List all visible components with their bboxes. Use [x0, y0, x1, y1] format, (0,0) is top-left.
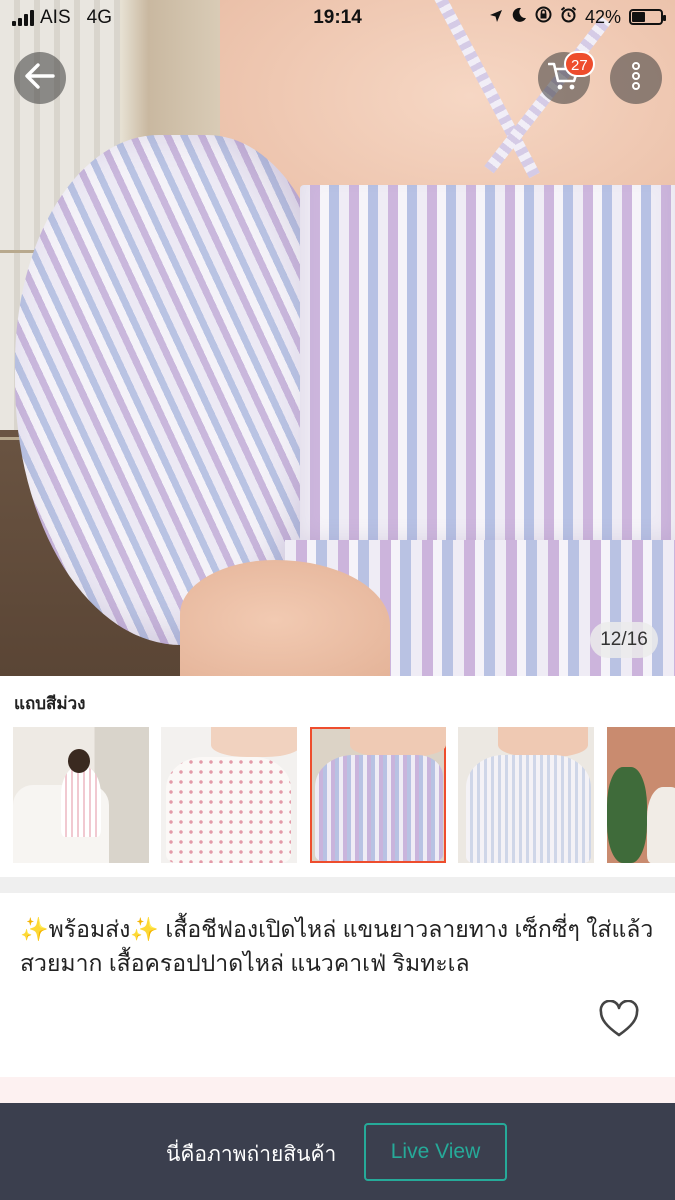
live-view-button[interactable]: Live View [364, 1123, 507, 1181]
variation-thumbnail-2[interactable] [161, 727, 297, 863]
battery-icon [629, 9, 666, 25]
status-bar: AIS 4G 19:14 42% [0, 0, 675, 34]
promo-band [0, 1077, 675, 1103]
back-button[interactable] [14, 52, 66, 104]
heart-outline-icon [598, 999, 640, 1042]
variation-thumbnail-3[interactable] [310, 727, 446, 863]
variation-thumbnail-4[interactable] [458, 727, 594, 863]
variation-thumbnail-5[interactable] [607, 727, 675, 863]
more-options-button[interactable] [610, 52, 662, 104]
like-button[interactable] [598, 999, 640, 1042]
product-photo-notice: นี่คือภาพถ่ายสินค้า [166, 1143, 337, 1166]
blouse-bodice [300, 185, 675, 550]
alarm-icon [560, 6, 577, 28]
arrow-left-icon [25, 62, 55, 94]
image-counter: 12/16 [590, 622, 658, 658]
bottom-bar [0, 1103, 675, 1200]
variation-label: แถบสีม่วง [14, 694, 86, 713]
location-arrow-icon [489, 7, 503, 28]
variation-thumbnail-1[interactable] [13, 727, 149, 863]
rotation-lock-icon [535, 6, 552, 28]
battery-percentage: 42% [584, 6, 621, 27]
section-divider [0, 877, 675, 893]
variation-thumbnails [13, 727, 675, 863]
vertical-dots-icon [631, 61, 641, 96]
cart-count-badge: 27 [564, 51, 595, 77]
product-title: ✨พร้อมส่ง✨ เสื้อชีฟองเปิดไหล่ แขนยาวลายท… [20, 916, 654, 976]
moon-icon [511, 7, 527, 28]
